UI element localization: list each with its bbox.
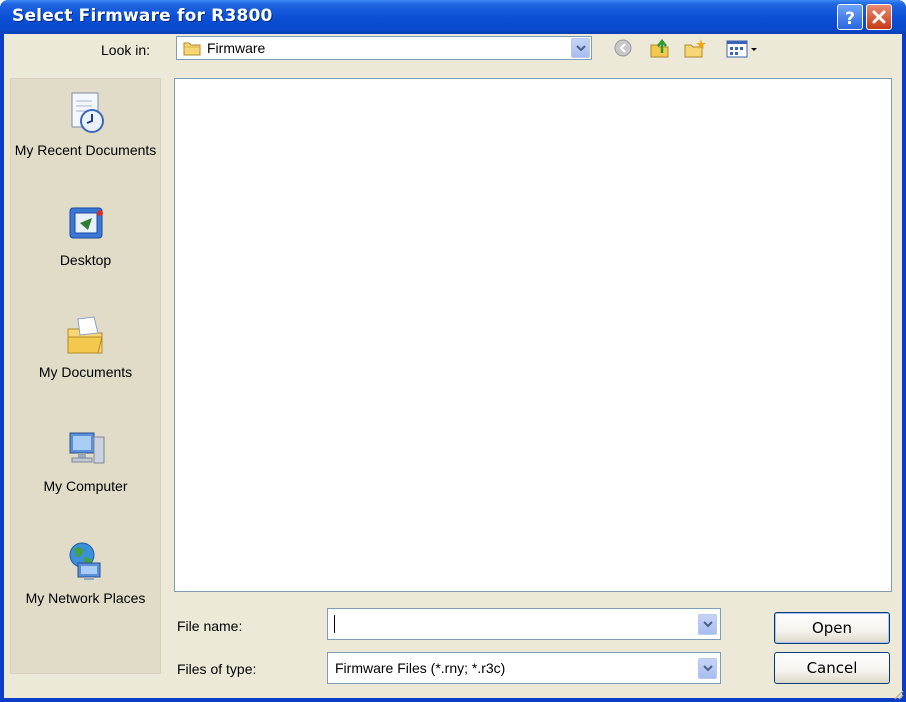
svg-text:?: ? — [845, 9, 855, 29]
file-list[interactable] — [174, 78, 892, 592]
resize-grip-icon[interactable] — [892, 688, 904, 700]
chevron-down-icon — [703, 621, 713, 628]
help-button[interactable]: ? — [837, 4, 863, 30]
help-icon: ? — [845, 9, 855, 29]
my-documents-icon — [67, 316, 103, 354]
new-folder-icon[interactable] — [682, 36, 708, 60]
file-type-dropdown-button[interactable] — [698, 658, 717, 679]
file-name-input[interactable] — [327, 608, 721, 640]
back-icon[interactable] — [612, 36, 634, 60]
views-menu-icon[interactable] — [724, 36, 762, 60]
place-desktop[interactable]: Desktop — [11, 205, 160, 271]
recent-documents-icon — [71, 92, 104, 133]
network-places-icon — [69, 542, 100, 580]
up-folder-icon[interactable] — [648, 36, 672, 60]
desktop-icon — [69, 207, 103, 239]
close-icon — [872, 10, 886, 24]
my-computer-icon — [69, 432, 104, 464]
place-my-documents[interactable]: My Documents — [11, 313, 160, 383]
look-in-dropdown-button[interactable] — [571, 38, 590, 58]
file-name-dropdown-button[interactable] — [698, 614, 717, 635]
place-recent-documents[interactable]: My Recent Documents — [11, 91, 160, 161]
file-name-label: File name: — [177, 618, 243, 634]
open-button[interactable]: Open — [774, 612, 890, 644]
place-label: My Network Places — [25, 590, 146, 606]
place-label: My Computer — [43, 478, 128, 494]
title-bar[interactable]: Select Firmware for R3800 ? — [0, 0, 906, 34]
look-in-value: Firmware — [207, 40, 266, 56]
place-label: My Recent Documents — [14, 142, 157, 158]
dialog-window: Select Firmware for R3800 ? Look in: Fir… — [0, 0, 906, 702]
look-in-dropdown[interactable]: Firmware — [176, 36, 592, 60]
place-label: My Documents — [38, 364, 133, 380]
place-network-places[interactable]: My Network Places — [11, 539, 160, 609]
look-in-label: Look in: — [101, 42, 151, 58]
chevron-down-icon — [703, 665, 713, 672]
window-title: Select Firmware for R3800 — [12, 6, 273, 26]
chevron-down-icon — [576, 45, 586, 52]
close-button[interactable] — [866, 4, 892, 30]
file-type-dropdown[interactable]: Firmware Files (*.rny; *.r3c) — [327, 652, 721, 684]
place-my-computer[interactable]: My Computer — [11, 429, 160, 497]
places-bar: My Recent Documents Desktop My Documents — [10, 78, 161, 674]
file-type-value: Firmware Files (*.rny; *.r3c) — [335, 660, 506, 676]
cancel-button[interactable]: Cancel — [774, 652, 890, 684]
place-label: Desktop — [59, 252, 112, 268]
folder-icon — [183, 42, 201, 56]
file-type-label: Files of type: — [177, 661, 257, 677]
text-caret — [334, 615, 335, 633]
